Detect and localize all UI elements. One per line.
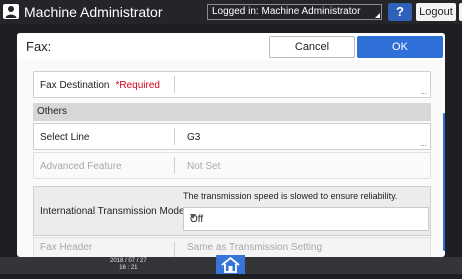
fax-destination-label: Fax Destination *Required — [40, 80, 160, 91]
logout-button[interactable]: Logout — [416, 3, 456, 21]
app-title: Machine Administrator — [24, 4, 163, 20]
more-ellipsis-icon: ... — [420, 87, 427, 96]
select-line-value: G3 — [187, 132, 201, 143]
ok-button[interactable]: OK — [357, 36, 443, 58]
international-mode-select[interactable]: Off — [183, 207, 429, 231]
row-divider — [174, 76, 175, 93]
expand-corner-icon — [375, 13, 380, 18]
section-header-others: Others — [33, 103, 431, 121]
international-mode-label: International Transmission Mode — [40, 206, 185, 217]
dialog-title: Fax: — [26, 39, 52, 54]
home-button[interactable] — [216, 255, 245, 274]
help-button[interactable]: ? — [388, 3, 412, 21]
help-icon: ? — [396, 4, 404, 19]
scrollbar[interactable] — [443, 113, 445, 251]
international-mode-row: International Transmission Mode The tran… — [33, 186, 431, 236]
row-divider — [174, 128, 175, 145]
dropdown-caret-icon — [190, 214, 196, 219]
date-label: 2018 / 07 / 27 — [110, 258, 147, 264]
international-mode-note: The transmission speed is slowed to ensu… — [183, 191, 398, 201]
row-divider — [174, 157, 175, 174]
fax-dialog: Fax: Cancel OK Fax Destination *Required … — [17, 33, 445, 257]
required-marker: *Required — [115, 80, 160, 91]
fax-header-label: Fax Header — [40, 242, 93, 253]
advanced-feature-label: Advanced Feature — [40, 161, 122, 172]
cancel-button[interactable]: Cancel — [269, 36, 355, 58]
fax-header-value: Same as Transmission Setting — [187, 242, 323, 253]
more-ellipsis-icon: ... — [420, 139, 427, 148]
top-bar: Machine Administrator Logged in: Machine… — [0, 0, 462, 24]
user-icon — [3, 4, 19, 19]
date-time: 2018 / 07 / 27 16 : 21 — [110, 258, 147, 272]
section-title: Others — [37, 106, 68, 117]
fax-destination-row[interactable]: Fax Destination *Required ... — [33, 71, 431, 98]
advanced-feature-row: Advanced Feature Not Set — [33, 152, 431, 179]
select-line-label: Select Line — [40, 132, 90, 143]
logged-in-label: Logged in: Machine Administrator — [212, 6, 361, 17]
select-line-row[interactable]: Select Line G3 ... — [33, 123, 431, 150]
settings-list: Fax Destination *Required ... Others Sele… — [33, 71, 431, 257]
row-divider — [174, 242, 175, 257]
logged-in-status[interactable]: Logged in: Machine Administrator — [207, 4, 382, 20]
fax-header-row: Fax Header Same as Transmission Setting — [33, 237, 431, 257]
time-label: 16 : 21 — [119, 265, 138, 271]
home-icon — [221, 256, 240, 273]
dialog-header: Fax: Cancel OK — [17, 33, 445, 60]
advanced-feature-value: Not Set — [187, 161, 221, 172]
